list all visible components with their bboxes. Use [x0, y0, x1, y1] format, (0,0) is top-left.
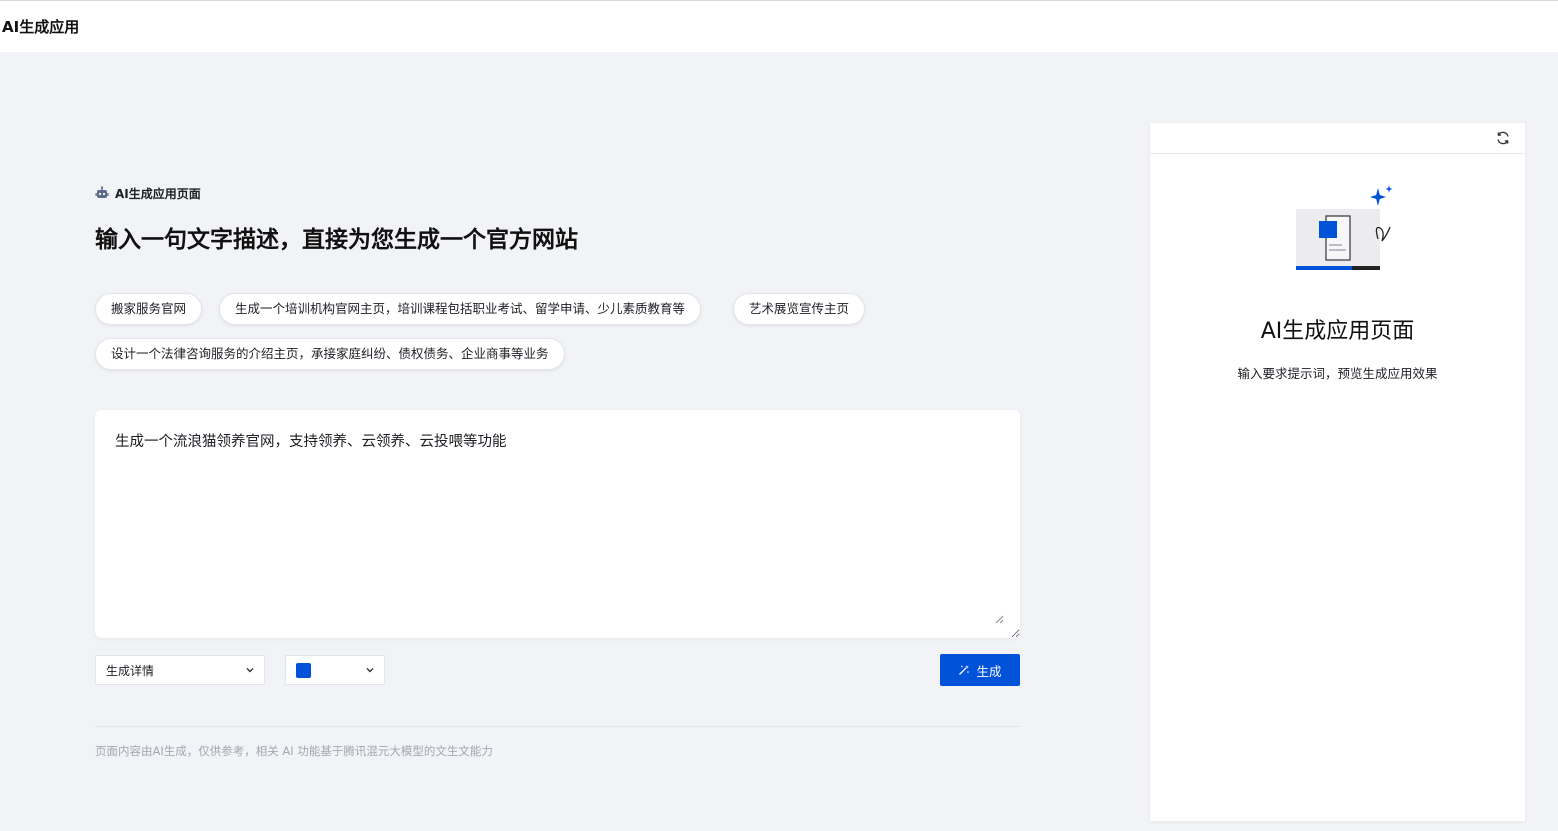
generate-label: 生成 [976, 664, 1002, 679]
preview-panel: AI生成应用页面 输入要求提示词，预览生成应用效果 [1150, 123, 1525, 821]
disclaimer: 页面内容由AI生成，仅供参考，相关 AI 功能基于腾讯混元大模型的文生文能力 [95, 744, 493, 758]
eyebrow-label: AI生成应用页面 [115, 186, 201, 201]
preview-subtitle: 输入要求提示词，预览生成应用效果 [1237, 366, 1438, 381]
suggestion-chip[interactable]: 搬家服务官网 [95, 293, 203, 325]
mode-select-value: 生成详情 [106, 663, 155, 678]
prompt-input[interactable]: 生成一个流浪猫领养官网，支持领养、云领养、云投喂等功能 [95, 410, 1020, 638]
refresh-icon[interactable] [1495, 130, 1511, 146]
color-select[interactable] [285, 655, 385, 685]
resize-grip-icon[interactable] [995, 615, 1004, 624]
chevron-down-icon [366, 668, 374, 673]
preview-title: AI生成应用页面 [1260, 319, 1415, 344]
suggestion-chip[interactable]: 设计一个法律咨询服务的介绍主页，承接家庭纠纷、债权债务、企业商事等业务 [95, 338, 565, 370]
eyebrow: AI生成应用页面 [95, 184, 201, 202]
app-title: AI生成应用 [2, 18, 80, 36]
preview-header [1150, 123, 1525, 154]
divider [95, 726, 1021, 727]
sparkle-icon [1370, 188, 1386, 206]
mode-select[interactable]: 生成详情 [95, 655, 265, 685]
chevron-down-icon [246, 668, 254, 673]
color-swatch [296, 662, 311, 678]
prompt-box: 生成一个流浪猫领养官网，支持领养、云领养、云投喂等功能 [95, 410, 1020, 638]
suggestion-chip[interactable]: 艺术展览宣传主页 [733, 293, 866, 325]
empty-state-illustration [1296, 185, 1393, 270]
page-headline: 输入一句文字描述，直接为您生成一个官方网站 [95, 227, 578, 253]
magic-wand-icon [959, 665, 970, 675]
main-panel: AI生成应用页面 输入一句文字描述，直接为您生成一个官方网站 搬家服务官网 生成… [95, 0, 1021, 831]
robot-icon [95, 186, 109, 198]
suggestion-chip[interactable]: 生成一个培训机构官网主页，培训课程包括职业考试、留学申请、少儿素质教育等 [219, 293, 702, 325]
generate-button[interactable]: 生成 [940, 654, 1020, 686]
